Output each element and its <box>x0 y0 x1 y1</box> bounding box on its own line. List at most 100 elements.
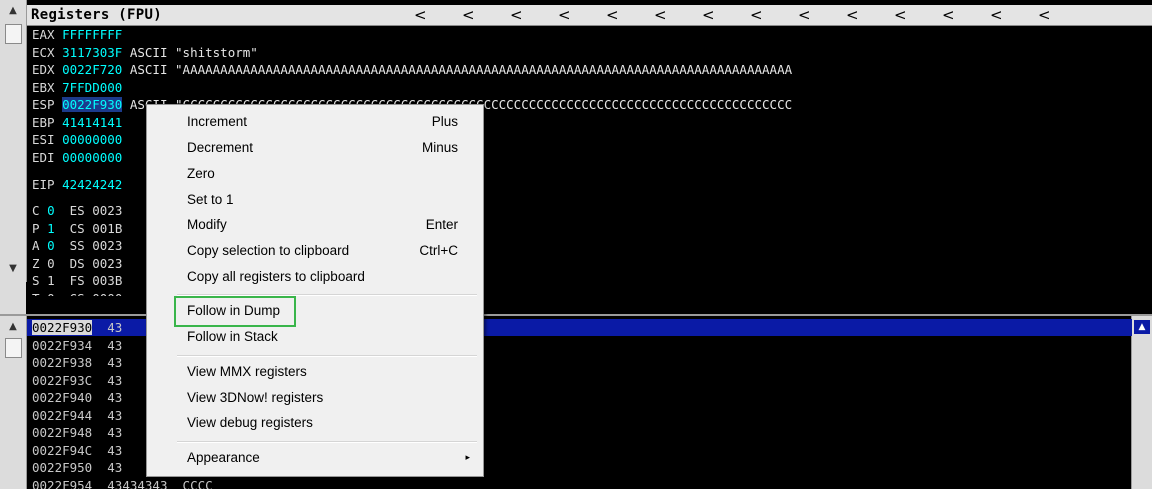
highlight-box <box>174 296 296 327</box>
menu-item-label: Set to 1 <box>187 192 234 207</box>
chevron-left-icon[interactable]: < <box>990 5 1003 25</box>
scroll-down-icon[interactable]: ▼ <box>5 262 21 276</box>
chevron-left-icon[interactable]: < <box>750 5 763 25</box>
stack-row[interactable]: 0022F938 43 <box>32 354 122 372</box>
menu-item-shortcut: Plus <box>432 114 458 129</box>
chevron-left-icon[interactable]: < <box>558 5 571 25</box>
menu-item-label: View debug registers <box>187 415 313 430</box>
stack-row[interactable]: 0022F934 43 <box>32 337 122 355</box>
chevron-left-icon[interactable]: < <box>462 5 475 25</box>
stack-row[interactable]: 0022F93C 43 <box>32 372 122 390</box>
register-name: EIP <box>32 177 55 192</box>
register-value[interactable]: 0022F720 <box>62 62 122 77</box>
menu-item-view-debug[interactable]: View debug registers <box>148 412 482 436</box>
register-value[interactable]: 42424242 <box>62 177 122 192</box>
register-row-edx[interactable]: EDX 0022F720 ASCII "AAAAAAAAAAAAAAAAAAAA… <box>32 61 792 79</box>
chevron-left-icon[interactable]: < <box>1038 5 1051 25</box>
stack-row[interactable]: 0022F950 43 <box>32 459 122 477</box>
register-row-eip[interactable]: EIP 42424242 <box>32 176 122 194</box>
menu-item-decrement[interactable]: DecrementMinus <box>148 137 482 161</box>
menu-item-copy-selection[interactable]: Copy selection to clipboardCtrl+C <box>148 240 482 264</box>
stack-value: 43434343 CCCC <box>107 478 212 489</box>
stack-address: 0022F934 <box>32 338 92 353</box>
flag-row[interactable]: C 0 ES 0023 <box>32 202 122 220</box>
scroll-thumb[interactable] <box>5 24 22 44</box>
segment-value: 0023 <box>92 256 122 271</box>
flag-bit[interactable]: 0 <box>47 203 55 218</box>
register-value[interactable]: 00000000 <box>62 132 122 147</box>
register-value[interactable]: FFFFFFFF <box>62 27 122 42</box>
stack-row[interactable]: 0022F944 43 <box>32 407 122 425</box>
register-name: ECX <box>32 45 55 60</box>
submenu-arrow-icon: ▸ <box>465 452 470 463</box>
flag-bit[interactable]: 1 <box>47 273 55 288</box>
menu-item-copy-all[interactable]: Copy all registers to clipboard <box>148 266 482 290</box>
flag-row[interactable]: A 0 SS 0023 <box>32 237 122 255</box>
chevron-left-icon[interactable]: < <box>414 5 427 25</box>
chevron-left-icon[interactable]: < <box>846 5 859 25</box>
register-row-esi[interactable]: ESI 00000000 <box>32 131 122 149</box>
register-value[interactable]: 41414141 <box>62 115 122 130</box>
flag-bit[interactable]: 0 <box>47 291 55 297</box>
register-name: ESP <box>32 97 55 112</box>
stack-address: 0022F948 <box>32 425 92 440</box>
chevron-left-icon[interactable]: < <box>942 5 955 25</box>
stack-address: 0022F940 <box>32 390 92 405</box>
register-value[interactable]: 3117303F <box>62 45 122 60</box>
register-row-ebx[interactable]: EBX 7FFDD000 <box>32 79 122 97</box>
stack-scrollbar-right[interactable]: ▲ <box>1131 316 1152 489</box>
menu-item-increment[interactable]: IncrementPlus <box>148 111 482 135</box>
registers-title: Registers (FPU) <box>31 5 162 25</box>
register-row-ebp[interactable]: EBP 41414141 <box>32 114 122 132</box>
register-row-ecx[interactable]: ECX 3117303F ASCII "shitstorm" <box>32 44 258 62</box>
register-name: EDI <box>32 150 55 165</box>
flag-row[interactable]: S 1 FS 003B <box>32 272 122 290</box>
menu-item-shortcut: Enter <box>426 217 458 232</box>
registers-scrollbar[interactable]: ▲ ▼ <box>0 0 27 282</box>
stack-row[interactable]: 0022F948 43 <box>32 424 122 442</box>
register-name: EBP <box>32 115 55 130</box>
menu-item-appearance[interactable]: Appearance▸ <box>148 447 482 471</box>
chevron-left-icon[interactable]: < <box>654 5 667 25</box>
register-comment: ASCII "shitstorm" <box>130 45 258 60</box>
menu-item-view-3dnow[interactable]: View 3DNow! registers <box>148 387 482 411</box>
chevron-left-icon[interactable]: < <box>510 5 523 25</box>
chevron-left-icon[interactable]: < <box>606 5 619 25</box>
flag-bit[interactable]: 0 <box>47 256 55 271</box>
menu-item-label: View MMX registers <box>187 364 307 379</box>
menu-item-label: Copy selection to clipboard <box>187 243 349 258</box>
menu-item-zero[interactable]: Zero <box>148 163 482 187</box>
chevron-left-icon[interactable]: < <box>702 5 715 25</box>
registers-header[interactable]: Registers (FPU) < < < < < < < < < < < < … <box>27 5 1152 26</box>
stack-row[interactable]: 0022F940 43 <box>32 389 122 407</box>
scroll-thumb[interactable] <box>5 338 22 358</box>
flag-row[interactable]: P 1 CS 001B <box>32 220 122 238</box>
menu-item-set-to-1[interactable]: Set to 1 <box>148 189 482 213</box>
stack-row[interactable]: 0022F930 43 <box>32 319 122 337</box>
stack-row[interactable]: 0022F954 43434343 CCCC <box>32 477 213 489</box>
stack-value: 43 <box>107 373 122 388</box>
register-row-edi[interactable]: EDI 00000000 <box>32 149 122 167</box>
register-value[interactable]: 7FFDD000 <box>62 80 122 95</box>
chevron-left-icon[interactable]: < <box>798 5 811 25</box>
scroll-up-icon[interactable]: ▲ <box>5 4 21 18</box>
flag-row[interactable]: Z 0 DS 0023 <box>32 255 122 273</box>
stack-scrollbar[interactable]: ▲ <box>0 316 27 489</box>
register-value[interactable]: 00000000 <box>62 150 122 165</box>
register-name: EBX <box>32 80 55 95</box>
scroll-up-icon[interactable]: ▲ <box>5 320 21 334</box>
menu-item-label: Follow in Stack <box>187 329 278 344</box>
menu-item-view-mmx[interactable]: View MMX registers <box>148 361 482 385</box>
menu-item-modify[interactable]: ModifyEnter <box>148 214 482 238</box>
menu-item-follow-in-stack[interactable]: Follow in Stack <box>148 326 482 350</box>
flag-bit[interactable]: 1 <box>47 221 55 236</box>
stack-value: 43 <box>107 408 122 423</box>
register-name: ESI <box>32 132 55 147</box>
stack-row[interactable]: 0022F94C 43 <box>32 442 122 460</box>
scroll-up-icon[interactable]: ▲ <box>1134 320 1150 334</box>
register-value-selected[interactable]: 0022F930 <box>62 97 122 112</box>
chevron-left-icon[interactable]: < <box>894 5 907 25</box>
flag-bit[interactable]: 0 <box>47 238 55 253</box>
flag-row[interactable]: T 0 GS 0000 <box>32 290 122 297</box>
register-row-eax[interactable]: EAX FFFFFFFF <box>32 26 122 44</box>
